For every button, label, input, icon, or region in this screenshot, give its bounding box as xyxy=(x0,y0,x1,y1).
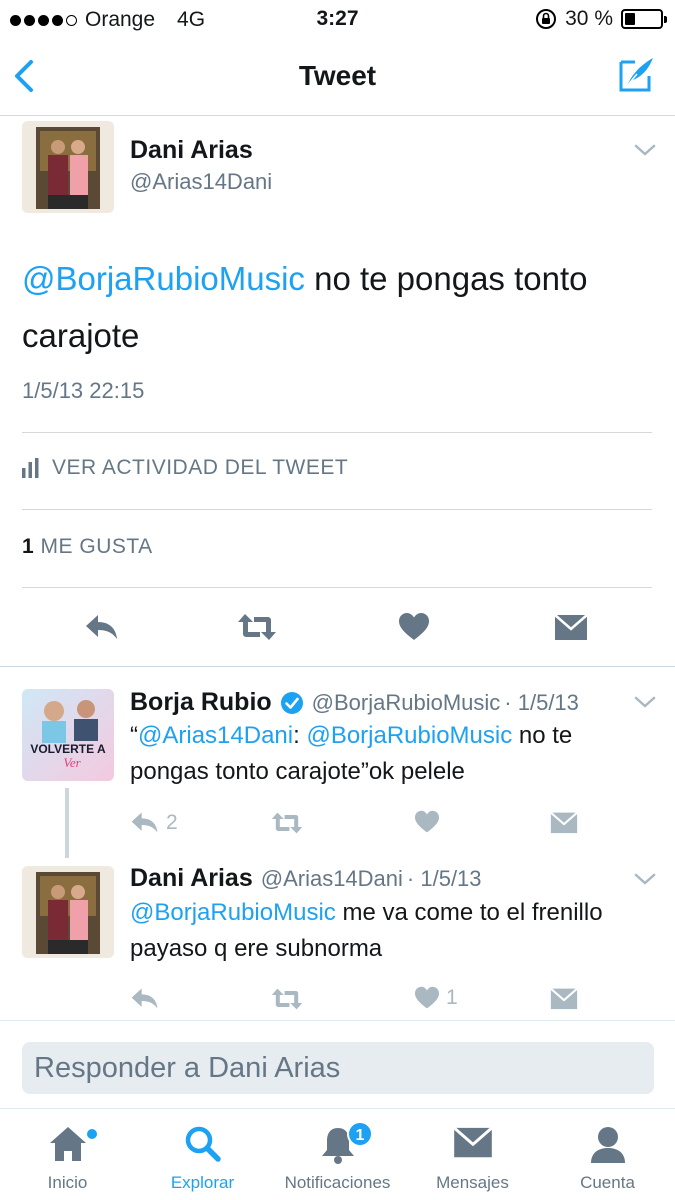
like-button[interactable]: 1 xyxy=(414,986,458,1010)
battery-percent: 30 % xyxy=(565,7,613,30)
bar-chart-icon xyxy=(22,458,39,478)
reply-input[interactable]: Responder a Dani Arias xyxy=(22,1042,654,1094)
navigation-bar: Tweet xyxy=(0,40,675,116)
reply-author-handle[interactable]: @Arias14Dani xyxy=(261,866,403,892)
reply-count: 2 xyxy=(166,810,178,834)
home-icon xyxy=(49,1127,86,1161)
status-bar: Orange 4G 3:27 30 % xyxy=(0,0,675,40)
reply-date: · 1/5/13 xyxy=(406,866,482,891)
like-icon xyxy=(415,810,439,833)
retweet-icon[interactable] xyxy=(270,811,304,835)
likes-summary[interactable]: 1 ME GUSTA xyxy=(22,535,153,559)
direct-message-icon[interactable] xyxy=(550,811,578,834)
notification-badge: 1 xyxy=(347,1121,373,1147)
verified-badge-icon xyxy=(280,691,303,714)
page-title: Tweet xyxy=(298,60,377,91)
reply-header: Borja Rubio @BorjaRubioMusic · 1/5/13 xyxy=(130,688,579,717)
tab-messages[interactable]: Mensajes xyxy=(405,1109,540,1200)
avatar-photo: VOLVERTE A Ver xyxy=(22,689,114,781)
envelope-icon xyxy=(452,1126,493,1158)
mention-link[interactable]: @Arias14Dani xyxy=(138,722,293,749)
new-content-dot xyxy=(87,1129,97,1139)
retweet-icon[interactable] xyxy=(236,612,278,642)
author-avatar[interactable] xyxy=(22,121,114,213)
reply-icon[interactable] xyxy=(84,612,120,642)
tweet-text: @BorjaRubioMusic no te pongas tonto cara… xyxy=(22,250,652,364)
reply-avatar[interactable]: VOLVERTE A Ver xyxy=(22,689,114,781)
like-icon[interactable] xyxy=(398,612,430,642)
reply-icon xyxy=(131,988,158,1009)
avatar-cover-subtitle: Ver xyxy=(63,755,81,770)
tab-label: Explorar xyxy=(170,1173,235,1192)
thread-connector xyxy=(65,788,69,858)
battery-level xyxy=(625,13,636,25)
reply-author-name[interactable]: Borja Rubio xyxy=(130,688,272,717)
avatar-cover-title: VOLVERTE A xyxy=(30,742,106,756)
tab-bar: Inicio Explorar 1 Notificaciones Mensaje… xyxy=(0,1108,675,1200)
reply-header: Dani Arias @Arias14Dani · 1/5/13 xyxy=(130,864,482,893)
view-activity-label: VER ACTIVIDAD DEL TWEET xyxy=(52,456,349,479)
avatar-photo xyxy=(22,866,114,958)
direct-message-icon[interactable] xyxy=(554,613,588,641)
tweet-timestamp: 1/5/13 22:15 xyxy=(22,378,145,403)
reply-button[interactable]: 2 xyxy=(130,810,178,835)
divider xyxy=(22,587,652,588)
person-icon xyxy=(590,1127,625,1163)
mention-link[interactable]: @BorjaRubioMusic xyxy=(306,722,512,749)
tab-label: Cuenta xyxy=(580,1173,635,1192)
mention-link[interactable]: @BorjaRubioMusic xyxy=(22,260,305,297)
tab-label: Mensajes xyxy=(436,1173,509,1192)
compose-button[interactable] xyxy=(615,54,657,101)
reply-avatar[interactable] xyxy=(22,866,114,958)
reply-date: · 1/5/13 xyxy=(504,690,579,715)
divider xyxy=(22,432,652,433)
reply-icon xyxy=(131,812,158,833)
chevron-down-icon[interactable] xyxy=(633,694,657,710)
like-button[interactable] xyxy=(414,810,446,834)
direct-message-icon[interactable] xyxy=(550,987,578,1010)
battery-icon xyxy=(621,9,667,29)
like-icon xyxy=(415,986,439,1009)
reply-text: @BorjaRubioMusic me va come to el frenil… xyxy=(130,895,640,967)
like-count: 1 xyxy=(446,986,458,1009)
tab-label: Inicio xyxy=(47,1173,88,1192)
quote-open: “ xyxy=(130,722,138,749)
reply-text: “@Arias14Dani: @BorjaRubioMusic no te po… xyxy=(130,718,650,790)
tab-explore[interactable]: Explorar xyxy=(135,1109,270,1200)
reply-input-placeholder: Responder a Dani Arias xyxy=(34,1052,341,1084)
tab-home[interactable]: Inicio xyxy=(0,1109,135,1200)
reply-author-handle[interactable]: @BorjaRubioMusic xyxy=(312,690,501,716)
reply-button[interactable] xyxy=(130,986,166,1011)
author-name[interactable]: Dani Arias xyxy=(130,136,253,165)
view-activity-button[interactable]: VER ACTIVIDAD DEL TWEET xyxy=(22,456,348,480)
retweet-icon[interactable] xyxy=(270,987,304,1011)
divider xyxy=(22,509,652,510)
section-divider xyxy=(0,666,675,667)
tab-account[interactable]: Cuenta xyxy=(540,1109,675,1200)
author-handle[interactable]: @Arias14Dani xyxy=(130,169,272,195)
chevron-down-icon[interactable] xyxy=(633,142,657,158)
mention-link[interactable]: @BorjaRubioMusic xyxy=(130,899,336,926)
compose-quill-icon xyxy=(619,58,653,92)
status-right: 30 % xyxy=(535,7,667,31)
colon: : xyxy=(293,722,307,749)
avatar-photo xyxy=(22,121,114,213)
chevron-down-icon[interactable] xyxy=(633,871,657,887)
section-divider xyxy=(0,1020,675,1021)
likes-count: 1 xyxy=(22,535,35,558)
orientation-lock-icon xyxy=(536,9,557,29)
likes-label: ME GUSTA xyxy=(40,535,153,558)
search-icon xyxy=(185,1126,221,1162)
tab-notifications[interactable]: 1 Notificaciones xyxy=(270,1109,405,1200)
reply-author-name[interactable]: Dani Arias xyxy=(130,864,253,893)
tab-label: Notificaciones xyxy=(284,1173,391,1192)
